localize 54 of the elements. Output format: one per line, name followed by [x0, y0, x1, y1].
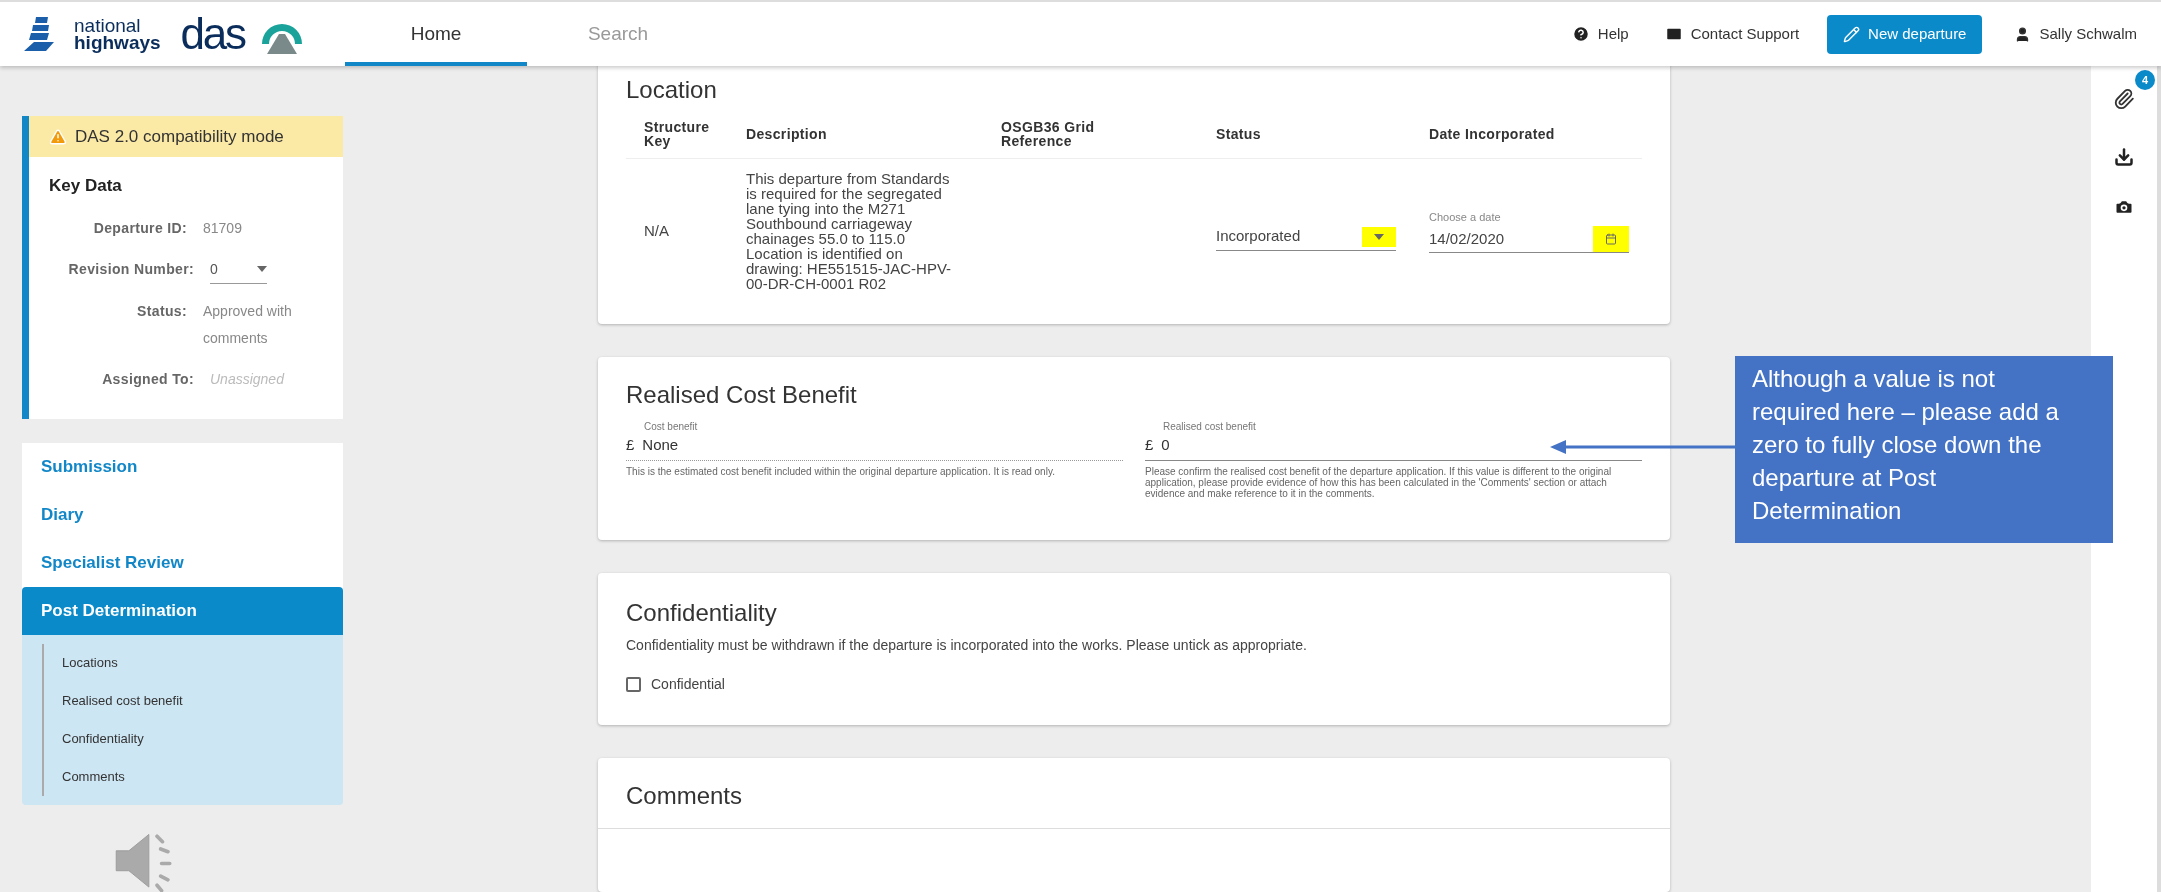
- table-cell: N/A: [644, 222, 669, 239]
- checkbox-label: Confidential: [651, 674, 725, 694]
- field-value: Approved with comments: [203, 301, 293, 348]
- column-header: OSGB36 Grid Reference: [1001, 120, 1096, 148]
- date-field[interactable]: Choose a date 14/02/2020: [1429, 209, 1629, 253]
- new-departure-button[interactable]: New departure: [1827, 14, 1983, 54]
- download-icon: [2114, 147, 2134, 167]
- confidentiality-text: Confidentiality must be withdrawn if the departure is incorporated into the works. Please untick as appropriate.: [626, 635, 1308, 655]
- section-nav-item[interactable]: Post Determination: [22, 586, 343, 635]
- subsection-link[interactable]: Locations: [62, 643, 323, 682]
- field-value: 81709: [203, 218, 243, 238]
- column-header: Description: [746, 127, 828, 141]
- pencil-icon: [1843, 25, 1861, 43]
- nav-tab[interactable]: Home: [345, 2, 527, 66]
- warning-icon: [49, 127, 67, 146]
- help-link[interactable]: Help: [1555, 2, 1645, 66]
- subsection-link[interactable]: Confidentiality: [62, 719, 323, 758]
- status-select[interactable]: Incorporated: [1216, 225, 1396, 251]
- dropdown-caret-icon: [1374, 233, 1384, 240]
- field-label: Assigned To:: [101, 369, 194, 389]
- annotation-callout: Although a value is not required here – please add a zero to fully close down the departure at Post Determination: [1735, 356, 2113, 543]
- subsection-link[interactable]: Comments: [62, 757, 323, 796]
- app-name: das: [180, 12, 245, 56]
- field-value: Unassigned: [210, 370, 284, 387]
- field-label: Revision Number:: [67, 259, 194, 279]
- column-header: Date Incorporated: [1429, 127, 1556, 141]
- table-cell-text: This departure from Standards is required for the segregated lane tying into the M271 Southbound carriageway chainages 55.0 to 115.0 Location is identified on drawing: HE551515-JAC-HPV-00-DR-CH-0001 R02: [746, 171, 953, 291]
- confidential-checkbox[interactable]: [626, 676, 641, 692]
- field-label: Status:: [136, 301, 187, 321]
- card-title: Realised Cost Benefit: [626, 379, 858, 410]
- brand-name-line: highways: [74, 34, 161, 51]
- contact-support-link[interactable]: Contact Support: [1644, 2, 1820, 66]
- download-button[interactable]: [2114, 147, 2134, 167]
- help-icon: [1571, 25, 1590, 43]
- subsection-link[interactable]: Realised cost benefit: [62, 681, 323, 720]
- revision-select[interactable]: 0: [210, 255, 267, 284]
- brand-name-line: national: [74, 17, 142, 34]
- attachments-button[interactable]: [2113, 88, 2135, 110]
- key-data-title: Key Data: [49, 175, 123, 197]
- dropdown-caret-icon: [257, 266, 267, 272]
- field-hint: This is the estimated cost benefit included within the original departure application. It is read only.: [626, 466, 1056, 478]
- attachments-count-badge: 4: [2135, 70, 2155, 90]
- column-header: Status: [1216, 127, 1262, 141]
- card-title: Comments: [598, 778, 1670, 830]
- card-title: Confidentiality: [626, 597, 778, 628]
- column-header: Structure Key: [644, 120, 711, 148]
- user-menu[interactable]: Sally Schwalm: [1990, 2, 2161, 66]
- calendar-icon: [1605, 232, 1617, 245]
- paperclip-icon: [2113, 88, 2135, 110]
- field-label: Departure ID:: [92, 218, 187, 238]
- card-title: Location: [626, 75, 718, 105]
- banner-text: DAS 2.0 compatibility mode: [75, 125, 284, 148]
- field-hint: Please confirm the realised cost benefit of the departure application. If this value is different to the original application, please provide evidence of how this has been calculated in the 'Comments' section or attach evidence and make reference to it in the comments.: [1145, 466, 1613, 500]
- cost-benefit-field: Cost benefit £ None: [626, 418, 1123, 462]
